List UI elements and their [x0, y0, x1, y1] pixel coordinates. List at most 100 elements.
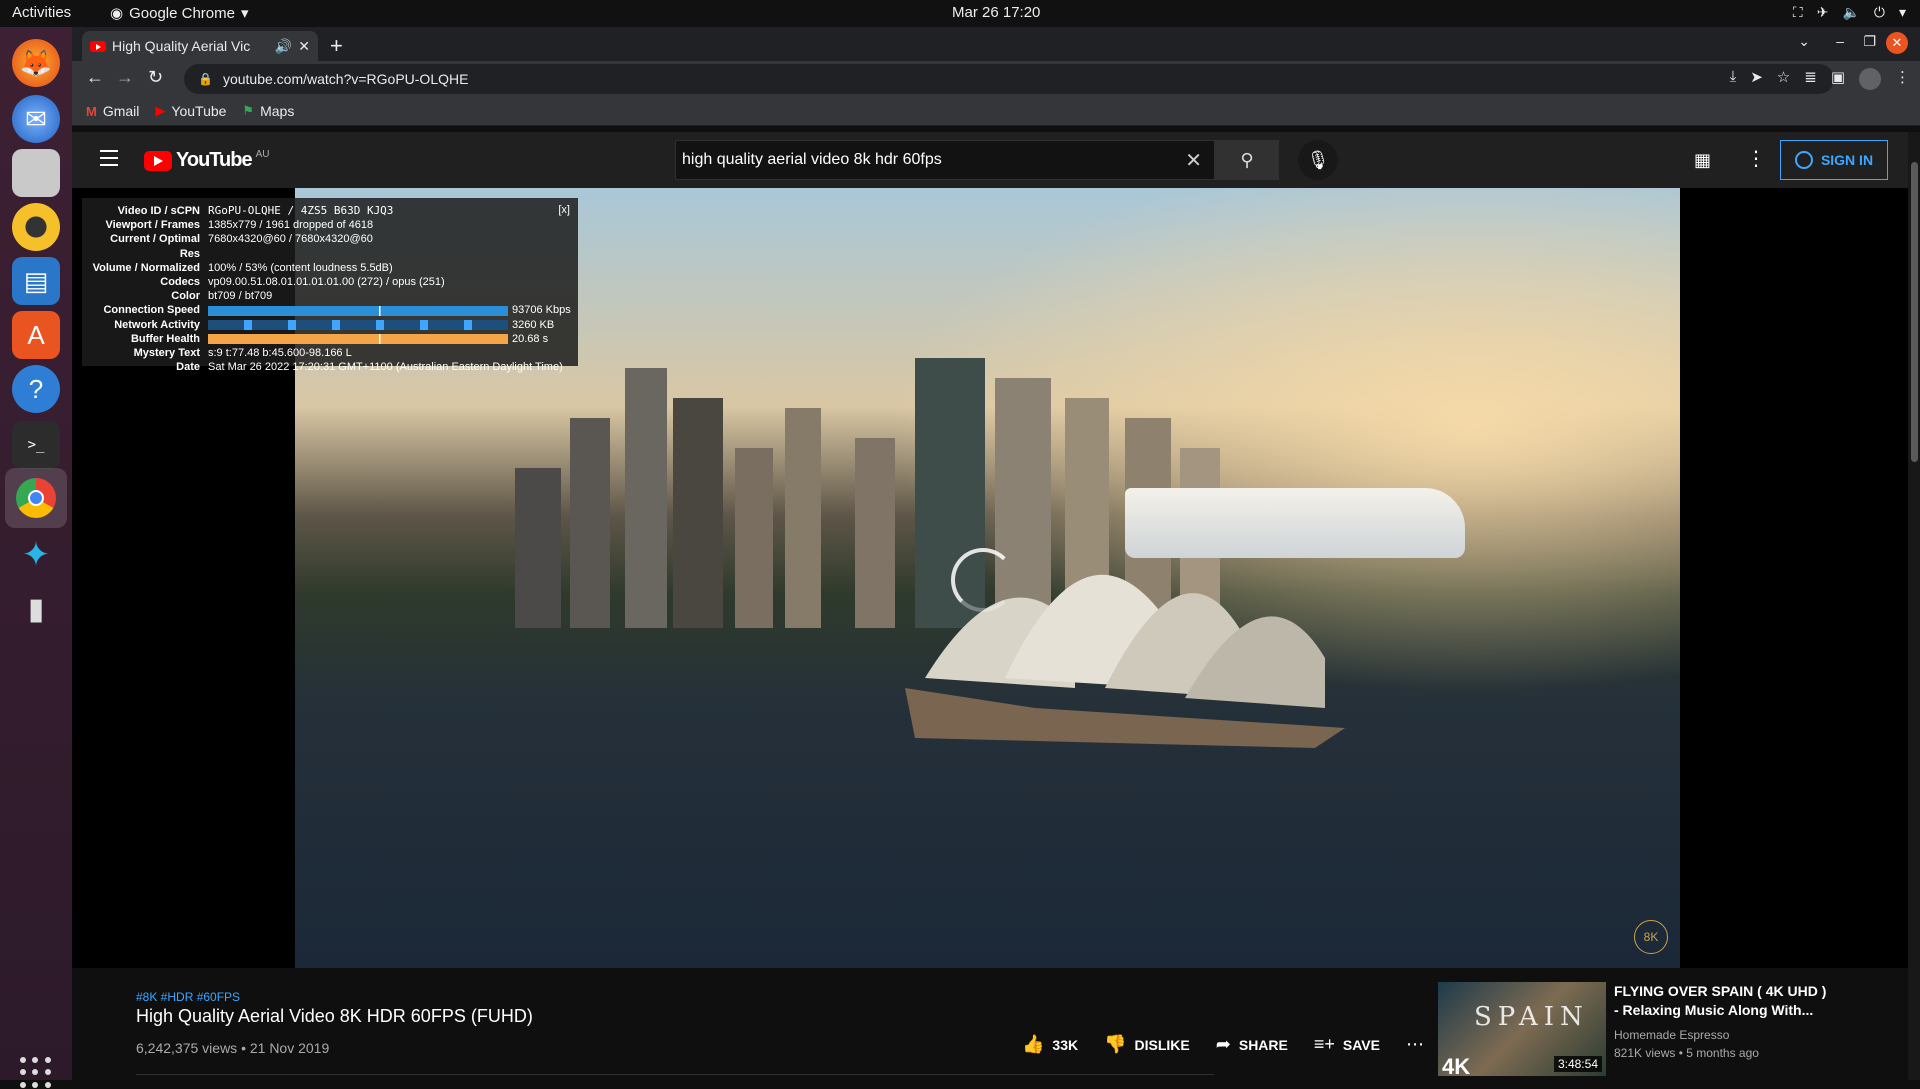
- firefox-icon[interactable]: 🦊: [12, 39, 60, 87]
- terminal-icon[interactable]: >_: [12, 421, 60, 469]
- stats-row: Color bt709 / bt709: [88, 289, 572, 303]
- send-icon[interactable]: ➤: [1750, 68, 1763, 90]
- activities-button[interactable]: Activities: [12, 4, 71, 21]
- back-icon[interactable]: ←: [86, 67, 104, 88]
- new-tab-button[interactable]: +: [330, 33, 343, 59]
- bookmark-label: YouTube: [171, 103, 227, 119]
- forward-icon[interactable]: →: [116, 67, 134, 88]
- system-tray[interactable]: ⛶ ✈ 🔈 ⏻ ▾: [1793, 4, 1906, 21]
- stats-value: vp09.00.51.08.01.01.01.01.00 (272) / opu…: [208, 276, 445, 289]
- dislike-label: DISLIKE: [1134, 1036, 1190, 1053]
- stats-label: Current / Optimal Res: [110, 233, 200, 260]
- star-icon[interactable]: ☆: [1777, 68, 1790, 90]
- side-panel-icon[interactable]: ▣: [1831, 68, 1845, 90]
- tab-search-icon[interactable]: ⌄: [1798, 33, 1810, 50]
- voice-search-button[interactable]: 🎙: [1298, 140, 1338, 180]
- more-actions-button[interactable]: ⋯: [1406, 1034, 1424, 1055]
- loading-spinner-icon: [951, 548, 1015, 612]
- airplane-icon: ✈: [1816, 4, 1829, 20]
- stats-for-nerds-panel: [x] Video ID / sCPN RGoPU-OLQHE / 4ZS5 B6…: [82, 198, 578, 373]
- address-bar[interactable]: 🔒 youtube.com/watch?v=RGoPU-OLQHE: [184, 64, 1834, 94]
- apps-grid-icon[interactable]: ▦: [1694, 150, 1711, 171]
- bookmark-youtube[interactable]: ▶ YouTube: [155, 103, 226, 119]
- scrollbar-thumb[interactable]: [1911, 162, 1918, 462]
- stats-label: Date: [176, 361, 200, 374]
- recommended-channel[interactable]: Homemade Espresso: [1614, 1028, 1729, 1042]
- thermometer-icon[interactable]: ▮: [12, 585, 60, 633]
- settings-kebab-icon[interactable]: ⋮: [1746, 146, 1766, 171]
- hashtags[interactable]: #8K #HDR #60FPS: [136, 990, 240, 1004]
- speaker-icon[interactable]: 🔊: [275, 38, 292, 55]
- youtube-page: YouTube AU high quality aerial video 8k …: [72, 132, 1920, 1080]
- video-player[interactable]: 8K [x] Video ID / sCPN RGoPU-OLQHE / 4ZS5…: [72, 188, 1920, 968]
- stats-label: Video ID / sCPN: [117, 205, 200, 217]
- 8k-watermark-logo: 8K: [1634, 920, 1668, 954]
- thunderbird-icon[interactable]: ✉: [12, 95, 60, 143]
- help-icon[interactable]: ?: [12, 365, 60, 413]
- kebab-menu-icon[interactable]: ⋮: [1895, 68, 1910, 90]
- dislike-button[interactable]: 👎 DISLIKE: [1104, 1034, 1190, 1055]
- search-input[interactable]: high quality aerial video 8k hdr 60fps ✕: [675, 140, 1215, 180]
- chrome-icon[interactable]: [5, 468, 67, 528]
- region-code: AU: [255, 149, 270, 160]
- stats-row: Network Activity 3260 KB: [88, 318, 572, 332]
- recommended-video[interactable]: SPAIN 4K 3:48:54 FLYING OVER SPAIN ( 4K …: [1438, 982, 1898, 1078]
- bookmark-gmail[interactable]: M Gmail: [86, 103, 139, 119]
- minimize-button[interactable]: –: [1836, 33, 1844, 49]
- stats-value: s:9 t:77.48 b:45.600-98.166 L: [208, 347, 352, 360]
- close-tab-icon[interactable]: ✕: [298, 38, 310, 55]
- thumbnail-text: SPAIN: [1474, 1002, 1589, 1032]
- youtube-header: YouTube AU high quality aerial video 8k …: [72, 132, 1920, 188]
- lock-icon[interactable]: 🔒: [198, 72, 213, 86]
- video-title: High Quality Aerial Video 8K HDR 60FPS (…: [136, 1006, 533, 1026]
- thumbs-down-icon: 👎: [1104, 1034, 1127, 1054]
- stats-row: Codecs vp09.00.51.08.01.01.01.01.00 (272)…: [88, 275, 572, 289]
- hamburger-menu-icon[interactable]: [100, 150, 118, 171]
- show-applications-icon[interactable]: [20, 1057, 52, 1089]
- share-button[interactable]: ➦ SHARE: [1216, 1034, 1288, 1055]
- install-icon[interactable]: ⤓: [1730, 68, 1737, 90]
- app-menu[interactable]: ◉ Google Chrome ▾: [110, 4, 249, 23]
- tab-youtube[interactable]: High Quality Aerial Vic 🔊 ✕: [82, 31, 318, 61]
- bookmark-maps[interactable]: ⚑ Maps: [242, 103, 294, 119]
- media-control-icon[interactable]: ≣: [1804, 68, 1817, 90]
- clear-search-icon[interactable]: ✕: [1185, 148, 1202, 173]
- recommended-thumbnail[interactable]: SPAIN 4K 3:48:54: [1438, 982, 1606, 1076]
- stats-value: 7680x4320@60 / 7680x4320@60: [208, 233, 373, 246]
- search-button[interactable]: ⚲: [1215, 140, 1279, 180]
- clock[interactable]: Mar 26 17:20: [952, 4, 1040, 21]
- sign-in-button[interactable]: SIGN IN: [1780, 140, 1888, 180]
- dock: 🦊 ✉ ▤ A ? >_ ✦ ▮: [0, 27, 72, 1088]
- close-window-button[interactable]: ✕: [1886, 32, 1908, 54]
- share-label: SHARE: [1238, 1036, 1288, 1053]
- stats-value: 100% / 53% (content loudness 5.5dB): [208, 261, 393, 274]
- save-button[interactable]: ≡+ SAVE: [1314, 1034, 1380, 1055]
- files-icon[interactable]: [12, 149, 60, 197]
- profile-avatar[interactable]: [1859, 68, 1881, 90]
- kodi-icon[interactable]: ✦: [12, 531, 60, 579]
- toolbar-icons: ⤓ ➤ ☆ ≣ ▣ ⋮: [1730, 68, 1910, 90]
- stats-value: bt709 / bt709: [208, 290, 273, 303]
- libreoffice-writer-icon[interactable]: ▤: [12, 257, 60, 305]
- buffer-health-graph: [208, 333, 508, 344]
- stats-value: 3260 KB: [512, 318, 555, 331]
- youtube-logo[interactable]: YouTube AU: [144, 149, 269, 172]
- browser-toolbar: ← → ↻ 🔒 youtube.com/watch?v=RGoPU-OLQHE …: [72, 61, 1920, 97]
- chrome-small-icon: ◉: [110, 5, 124, 22]
- recommended-title[interactable]: FLYING OVER SPAIN ( 4K UHD ) - Relaxing …: [1614, 982, 1834, 1020]
- maps-icon: ⚑: [242, 103, 255, 118]
- network-activity-graph: [208, 319, 508, 330]
- stats-value: 1385x779 / 1961 dropped of 4618: [208, 219, 374, 232]
- thumbnail-badge: 4K: [1442, 1054, 1471, 1076]
- rhythmbox-icon[interactable]: [12, 203, 60, 251]
- divider: [136, 1074, 1214, 1075]
- app-center-icon[interactable]: A: [12, 311, 60, 359]
- like-count: 33K: [1052, 1036, 1079, 1053]
- like-button[interactable]: 👍 33K: [1022, 1034, 1078, 1055]
- restore-button[interactable]: ❐: [1863, 33, 1876, 50]
- stats-label: Volume / Normalized: [92, 261, 200, 274]
- stats-close-button[interactable]: [x]: [558, 204, 570, 216]
- video-actions: 👍 33K 👎 DISLIKE ➦ SHARE ≡+ SAVE ⋯: [1022, 1034, 1424, 1055]
- page-scrollbar[interactable]: [1908, 132, 1920, 1080]
- reload-icon[interactable]: ↻: [148, 67, 163, 88]
